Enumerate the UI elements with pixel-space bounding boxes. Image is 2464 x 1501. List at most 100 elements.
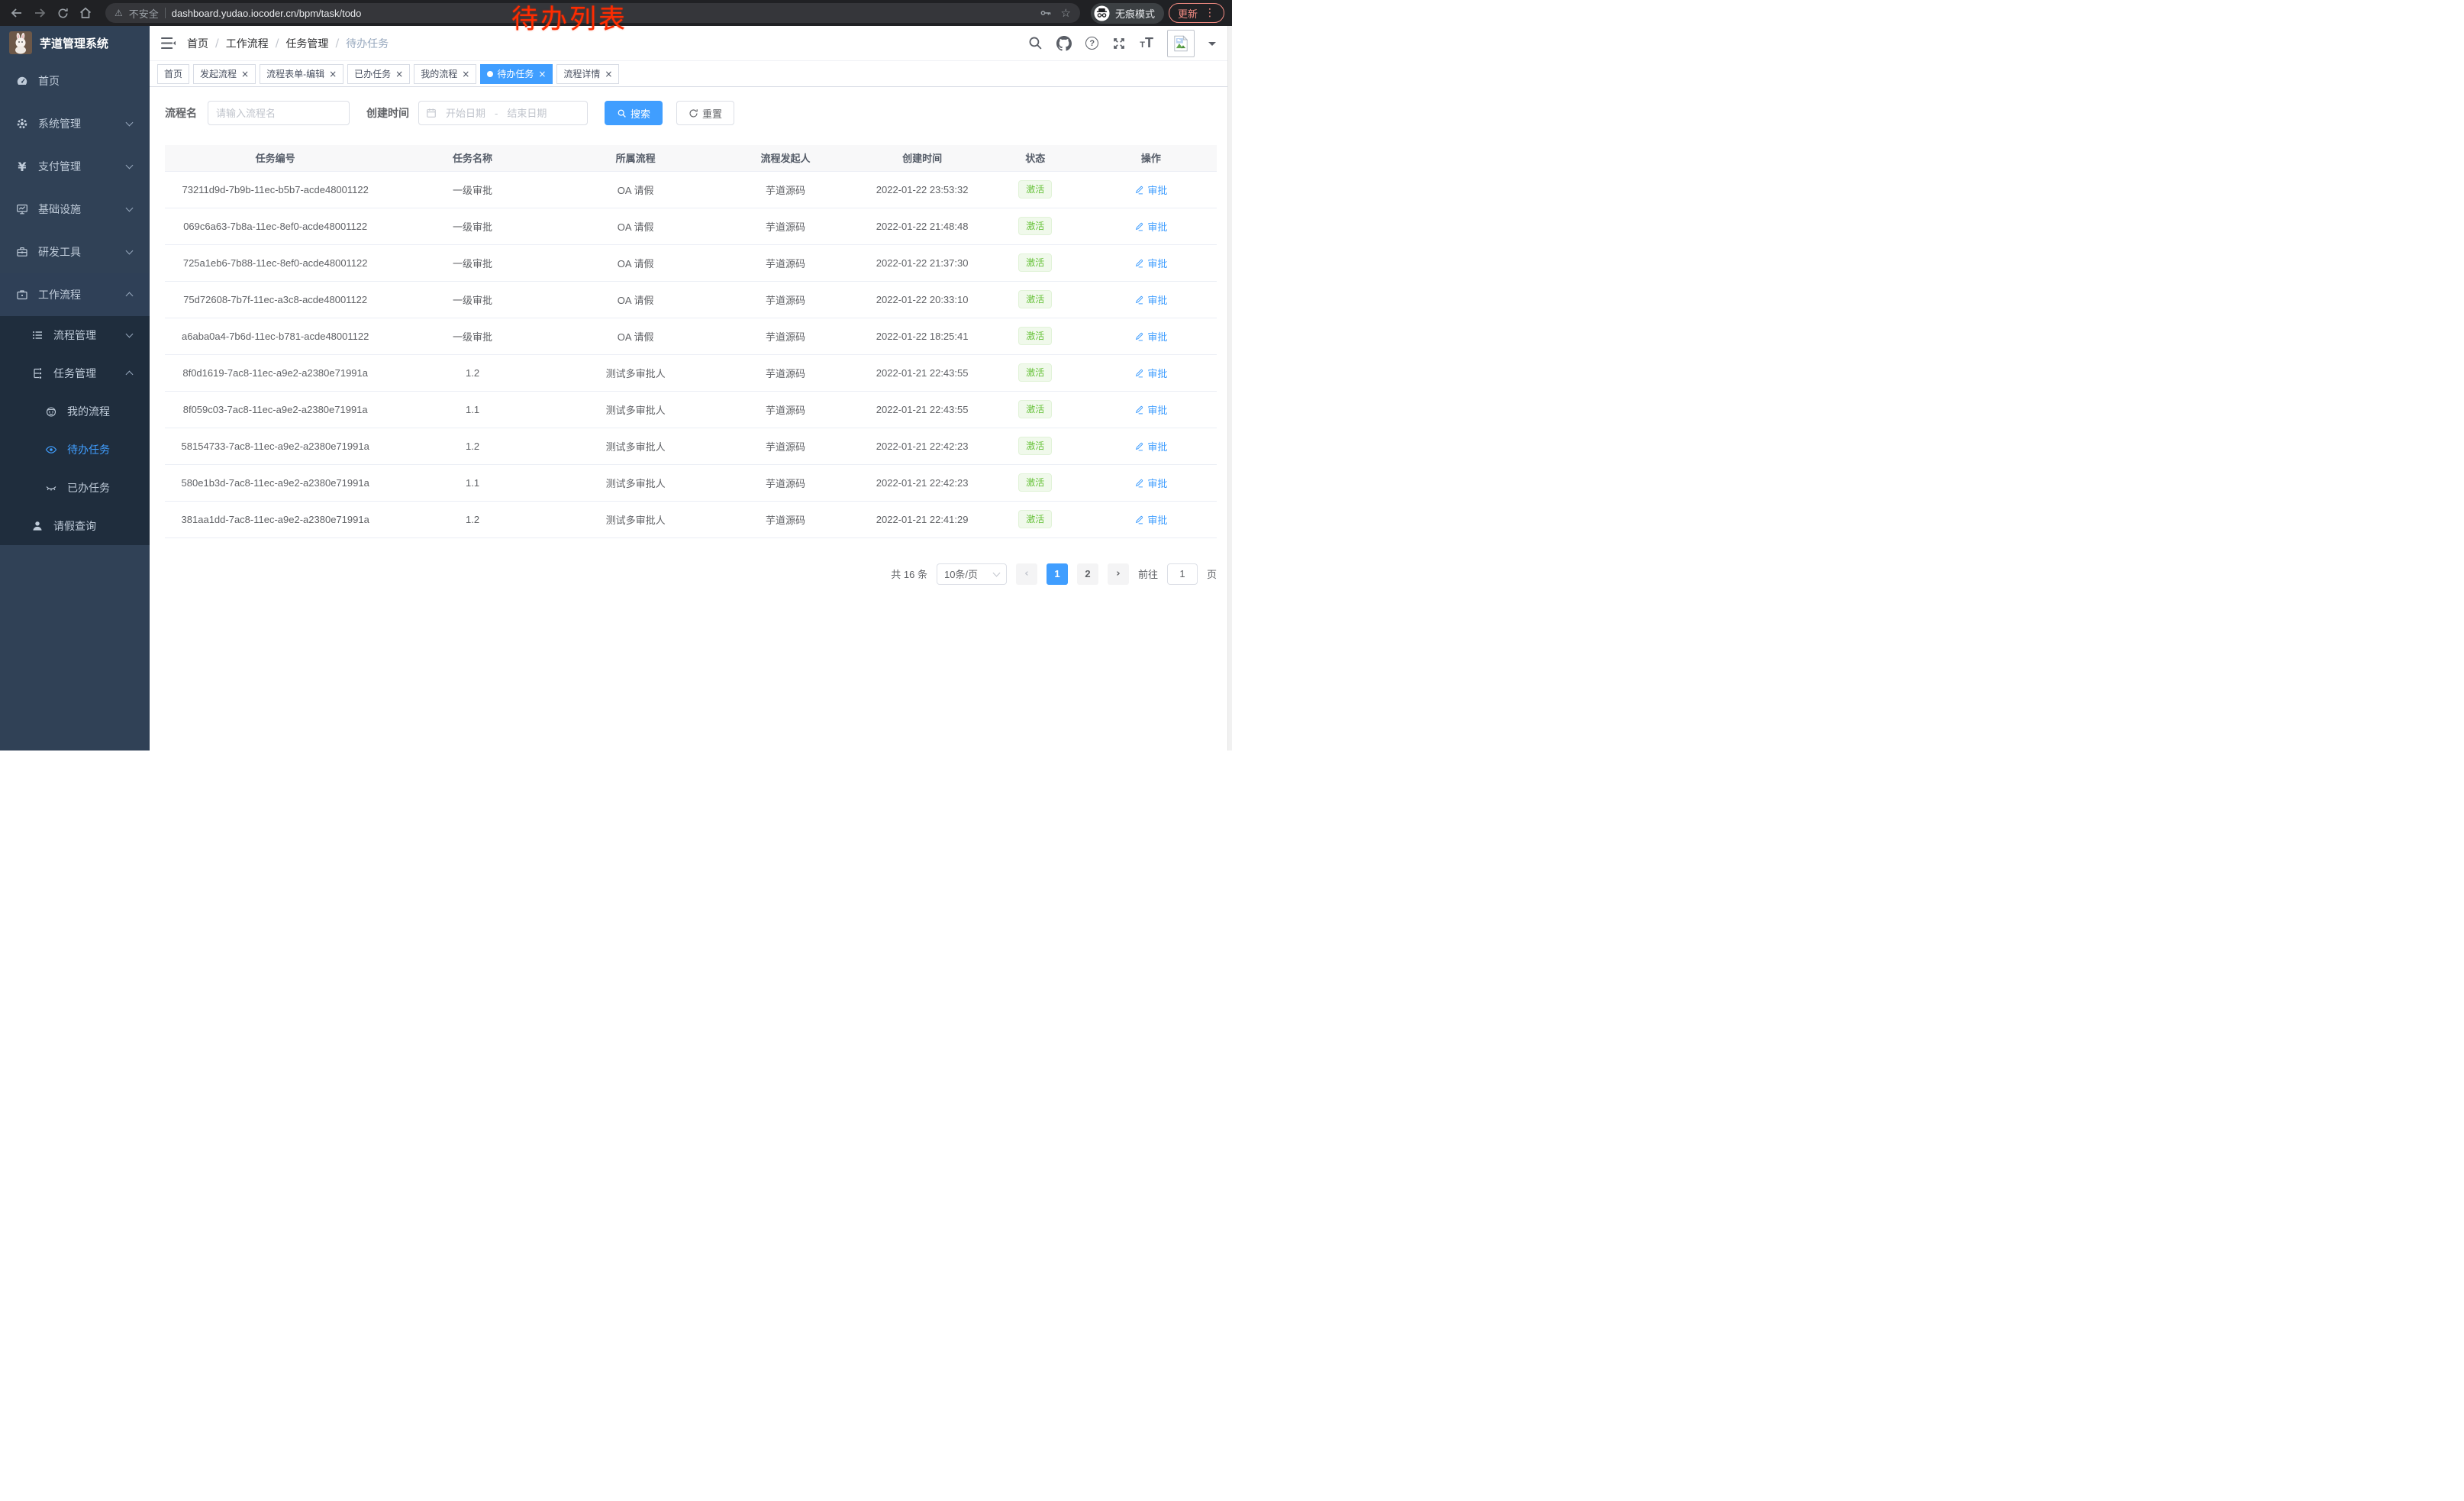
close-icon[interactable]: × — [329, 69, 337, 79]
tab-start-process[interactable]: 发起流程 × — [193, 64, 256, 84]
not-secure-label[interactable]: 不安全 — [129, 6, 159, 21]
page-button-2[interactable]: 2 — [1077, 563, 1098, 585]
close-icon[interactable]: × — [462, 69, 469, 79]
github-icon[interactable] — [1056, 36, 1072, 51]
incognito-badge: 无痕模式 — [1091, 3, 1164, 24]
create-time-label: 创建时间 — [366, 105, 409, 121]
edit-pen-icon — [1134, 221, 1144, 231]
sidebar-item-my-process[interactable]: 我的流程 — [0, 392, 150, 431]
start-date-input[interactable] — [440, 108, 492, 119]
breadcrumb: 首页 / 工作流程 / 任务管理 / 待办任务 — [187, 36, 389, 51]
approve-link[interactable]: 审批 — [1134, 329, 1167, 344]
approve-link[interactable]: 审批 — [1134, 256, 1167, 270]
cell-task-name: 一级审批 — [385, 281, 559, 318]
approve-link[interactable]: 审批 — [1134, 366, 1167, 380]
search-button[interactable]: 搜索 — [605, 101, 663, 125]
sidebar-item-done-tasks[interactable]: 已办任务 — [0, 469, 150, 507]
close-icon[interactable]: × — [395, 69, 403, 79]
cell-task-id: 8f0d1619-7ac8-11ec-a9e2-a2380e71991a — [165, 354, 385, 391]
browser-reload-icon[interactable] — [53, 4, 72, 22]
browser-url-bar[interactable]: ⚠ 不安全 dashboard.yudao.iocoder.cn/bpm/tas… — [105, 3, 1080, 23]
sidebar-item-infra[interactable]: 基础设施 — [0, 188, 150, 231]
bookmark-star-icon[interactable]: ☆ — [1061, 6, 1071, 20]
cell-created: 2022-01-22 20:33:10 — [859, 281, 985, 318]
workflow-submenu: 流程管理 任务管理 我的流程 待办任务 — [0, 316, 150, 545]
status-badge: 激活 — [1018, 473, 1052, 492]
tab-process-detail[interactable]: 流程详情 × — [556, 64, 619, 84]
sidebar-item-todo-tasks[interactable]: 待办任务 — [0, 431, 150, 469]
chevron-up-icon — [126, 371, 134, 379]
sidebar-item-workflow[interactable]: 工作流程 — [0, 273, 150, 316]
help-icon[interactable]: ? — [1085, 37, 1098, 50]
table-row: 381aa1dd-7ac8-11ec-a9e2-a2380e71991a 1.2… — [165, 501, 1217, 537]
password-key-icon[interactable] — [1037, 4, 1055, 22]
page-scrollbar[interactable] — [1227, 26, 1232, 750]
approve-link[interactable]: 审批 — [1134, 512, 1167, 527]
cell-process: OA 请假 — [560, 244, 712, 281]
close-icon[interactable]: × — [605, 69, 612, 79]
browser-back-icon[interactable] — [8, 4, 26, 22]
update-button[interactable]: 更新 ⋮ — [1169, 3, 1224, 23]
approve-link[interactable]: 审批 — [1134, 292, 1167, 307]
cell-status: 激活 — [985, 464, 1085, 501]
breadcrumb-workflow[interactable]: 工作流程 — [226, 36, 269, 51]
page-size-select[interactable]: 10条/页 — [937, 563, 1007, 585]
search-icon[interactable] — [1028, 36, 1043, 50]
approve-link[interactable]: 审批 — [1134, 476, 1167, 490]
approve-link[interactable]: 审批 — [1134, 182, 1167, 197]
browser-forward-icon[interactable] — [31, 4, 49, 22]
edit-pen-icon — [1134, 515, 1144, 525]
calendar-icon — [426, 108, 437, 118]
browser-home-icon[interactable] — [76, 4, 95, 22]
reset-button[interactable]: 重置 — [676, 101, 734, 125]
breadcrumb-home[interactable]: 首页 — [187, 36, 208, 51]
sidebar-toggle-icon[interactable] — [161, 37, 176, 50]
page-button-1[interactable]: 1 — [1047, 563, 1068, 585]
briefcase-icon — [15, 289, 29, 301]
tab-home[interactable]: 首页 — [157, 64, 189, 84]
tab-done-tasks[interactable]: 已办任务 × — [347, 64, 410, 84]
status-badge: 激活 — [1018, 437, 1052, 455]
avatar-caret-icon[interactable] — [1208, 42, 1216, 50]
cell-status: 激活 — [985, 354, 1085, 391]
prev-page-button[interactable]: ‹ — [1016, 563, 1037, 585]
gear-icon — [15, 118, 29, 130]
close-icon[interactable]: × — [538, 69, 546, 79]
sidebar-item-leave-query[interactable]: 请假查询 — [0, 507, 150, 545]
cell-process: OA 请假 — [560, 318, 712, 354]
active-dot — [487, 71, 493, 77]
end-date-input[interactable] — [501, 108, 553, 119]
cell-task-id: 58154733-7ac8-11ec-a9e2-a2380e71991a — [165, 428, 385, 464]
cell-starter: 芋道源码 — [712, 244, 859, 281]
approve-link[interactable]: 审批 — [1134, 439, 1167, 454]
cell-action: 审批 — [1085, 391, 1217, 428]
top-navbar: 首页 / 工作流程 / 任务管理 / 待办任务 ? TT — [150, 26, 1232, 61]
sidebar-item-system[interactable]: 系统管理 — [0, 102, 150, 145]
table-row: 725a1eb6-7b88-11ec-8ef0-acde48001122 一级审… — [165, 244, 1217, 281]
cell-task-id: a6aba0a4-7b6d-11ec-b781-acde48001122 — [165, 318, 385, 354]
sidebar-item-process-mgmt[interactable]: 流程管理 — [0, 316, 150, 354]
date-range-picker[interactable]: - — [418, 101, 588, 125]
tab-form-edit[interactable]: 流程表单-编辑 × — [260, 64, 343, 84]
edit-pen-icon — [1134, 295, 1144, 305]
breadcrumb-task-mgmt[interactable]: 任务管理 — [285, 36, 328, 51]
sidebar-item-home[interactable]: 首页 — [0, 60, 150, 102]
cell-task-id: 381aa1dd-7ac8-11ec-a9e2-a2380e71991a — [165, 501, 385, 537]
tab-my-process[interactable]: 我的流程 × — [414, 64, 476, 84]
url-text[interactable]: dashboard.yudao.iocoder.cn/bpm/task/todo — [172, 8, 362, 19]
sidebar-item-payment[interactable]: ¥ 支付管理 — [0, 145, 150, 188]
tab-todo-tasks[interactable]: 待办任务 × — [480, 64, 553, 84]
approve-link[interactable]: 审批 — [1134, 219, 1167, 234]
goto-page-input[interactable] — [1167, 563, 1198, 585]
browser-menu-icon[interactable]: ⋮ — [1205, 7, 1215, 19]
cell-action: 审批 — [1085, 244, 1217, 281]
next-page-button[interactable]: › — [1108, 563, 1129, 585]
process-name-input[interactable] — [208, 101, 350, 125]
close-icon[interactable]: × — [241, 69, 249, 79]
fullscreen-icon[interactable] — [1112, 37, 1126, 50]
avatar[interactable] — [1167, 30, 1195, 57]
font-size-icon[interactable]: TT — [1140, 37, 1153, 50]
approve-link[interactable]: 审批 — [1134, 402, 1167, 417]
sidebar-item-devtools[interactable]: 研发工具 — [0, 231, 150, 273]
sidebar-item-task-mgmt[interactable]: 任务管理 — [0, 354, 150, 392]
